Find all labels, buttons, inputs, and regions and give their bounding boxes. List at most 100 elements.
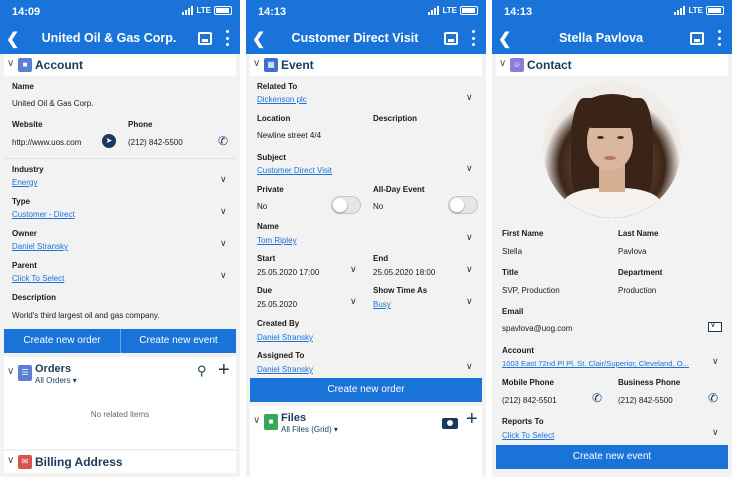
title-label: Title <box>502 268 519 277</box>
back-chevron-icon[interactable]: ❮ <box>6 29 19 49</box>
back-chevron-icon[interactable]: ❮ <box>252 29 265 49</box>
contact-card-icon: ☺ <box>510 58 524 72</box>
parent-label: Parent <box>12 261 37 270</box>
create-order-button[interactable]: Create new order <box>250 378 482 402</box>
firstname-label: First Name <box>502 229 544 238</box>
chevron-down-icon[interactable]: ∨ <box>466 92 473 103</box>
plus-icon[interactable]: + <box>218 359 230 382</box>
orders-icon: ☰ <box>18 365 32 381</box>
chevron-down-icon[interactable]: ∨ <box>7 366 14 377</box>
chevron-down-icon[interactable]: ∨ <box>220 238 227 249</box>
contact-section-header[interactable]: ∨ ☺ Contact <box>496 54 728 76</box>
name-value[interactable]: Tom Ripley <box>257 236 297 245</box>
more-vertical-icon[interactable] <box>472 30 476 46</box>
save-icon[interactable] <box>198 32 212 45</box>
chevron-down-icon[interactable]: ∨ <box>466 361 473 372</box>
camera-icon[interactable] <box>442 418 458 429</box>
related-value[interactable]: Dickenson plc <box>257 95 307 104</box>
industry-label: Industry <box>12 165 44 174</box>
start-value[interactable]: 25.05.2020 17:00 <box>257 268 319 277</box>
contact-details: First Name Stella Last Name Pavlova Titl… <box>496 76 728 445</box>
chevron-down-icon[interactable]: ∨ <box>220 206 227 217</box>
business-value[interactable]: (212) 842-5500 <box>618 396 673 405</box>
website-value[interactable]: http://www.uos.com <box>12 138 81 147</box>
save-icon[interactable] <box>444 32 458 45</box>
description-label: Description <box>12 293 57 302</box>
createdby-value[interactable]: Daniel Stransky <box>257 333 313 342</box>
chevron-down-icon[interactable]: ∨ <box>466 296 473 307</box>
lastname-label: Last Name <box>618 229 659 238</box>
subject-label: Subject <box>257 153 286 162</box>
location-pin-icon[interactable]: ⚲ <box>197 363 207 379</box>
private-label: Private <box>257 185 284 194</box>
billing-section-header[interactable]: ∨ ✉ Billing Address <box>4 451 236 473</box>
showtime-value[interactable]: Busy <box>373 300 391 309</box>
network-type: LTE <box>196 6 211 15</box>
chevron-down-icon[interactable]: ∨ <box>712 427 719 438</box>
orders-title: Orders <box>35 363 72 375</box>
contact-photo <box>543 80 681 218</box>
allday-value: No <box>373 202 384 211</box>
billing-icon: ✉ <box>18 455 32 469</box>
type-value[interactable]: Customer - Direct <box>12 210 75 219</box>
files-filter[interactable]: All Files (Grid) ▾ <box>281 425 338 434</box>
chevron-down-icon: ∨ <box>7 455 15 466</box>
account-value[interactable]: 1003 East 72nd Pl Pl. St. Clair/Superior… <box>502 359 689 368</box>
event-section-header[interactable]: ∨ ▦ Event <box>250 54 482 76</box>
orders-filter[interactable]: All Orders ▾ <box>35 376 77 385</box>
more-vertical-icon[interactable] <box>718 30 722 46</box>
more-vertical-icon[interactable] <box>226 30 230 46</box>
chevron-down-icon[interactable]: ∨ <box>220 174 227 185</box>
compass-icon[interactable]: ➤ <box>102 134 116 148</box>
create-order-button[interactable]: Create new order <box>4 329 120 353</box>
mobile-value[interactable]: (212) 842-5501 <box>502 396 557 405</box>
name-label: Name <box>257 222 279 231</box>
reports-value[interactable]: Click To Select <box>502 431 554 440</box>
chevron-down-icon[interactable]: ∨ <box>350 296 357 307</box>
orders-section: ∨ ☰ Orders All Orders ▾ ⚲ + No related i… <box>4 357 236 449</box>
create-event-button[interactable]: Create new event <box>496 445 728 469</box>
chevron-down-icon[interactable]: ∨ <box>220 270 227 281</box>
private-toggle[interactable] <box>331 196 361 214</box>
start-label: Start <box>257 254 276 263</box>
chevron-down-icon[interactable]: ∨ <box>466 163 473 174</box>
end-value[interactable]: 25.05.2020 18:00 <box>373 268 435 277</box>
location-label: Location <box>257 114 291 123</box>
email-label: Email <box>502 307 524 316</box>
network-type: LTE <box>688 6 703 15</box>
empty-state-text: No related items <box>90 410 150 419</box>
phone-icon[interactable]: ✆ <box>218 134 228 148</box>
allday-toggle[interactable] <box>448 196 478 214</box>
description-value: World's third largest oil and gas compan… <box>12 311 160 320</box>
status-bar: 14:09 LTE <box>0 0 240 24</box>
lastname-value: Pavlova <box>618 247 647 256</box>
owner-value[interactable]: Daniel Stransky <box>12 242 68 251</box>
mail-icon[interactable]: ∨ <box>708 320 722 332</box>
plus-icon[interactable]: + <box>466 408 478 431</box>
create-event-button[interactable]: Create new event <box>121 329 236 353</box>
chevron-down-icon[interactable]: ∨ <box>712 356 719 367</box>
chevron-down-icon[interactable]: ∨ <box>350 264 357 275</box>
phone-icon[interactable]: ✆ <box>592 391 602 405</box>
back-chevron-icon[interactable]: ❮ <box>498 29 511 49</box>
industry-value[interactable]: Energy <box>12 178 37 187</box>
files-title: Files <box>281 412 307 424</box>
chevron-down-icon[interactable]: ∨ <box>466 264 473 275</box>
event-details: Related To Dickenson plc ∨ Location Newl… <box>250 76 482 378</box>
chevron-down-icon[interactable]: ∨ <box>466 232 473 243</box>
chevron-down-icon[interactable]: ∨ <box>253 415 260 426</box>
nav-bar: ❮ Stella Pavlova <box>492 24 732 54</box>
phone-value[interactable]: (212) 842-5500 <box>128 138 183 147</box>
type-label: Type <box>12 197 31 206</box>
phone-icon[interactable]: ✆ <box>708 391 718 405</box>
due-value[interactable]: 25.05.2020 <box>257 300 297 309</box>
parent-value[interactable]: Click To Select <box>12 274 64 283</box>
account-section-header[interactable]: ∨ ■ Account <box>4 54 236 76</box>
subject-value[interactable]: Customer Direct Visit <box>257 166 332 175</box>
save-icon[interactable] <box>690 32 704 45</box>
assigned-value[interactable]: Daniel Stransky <box>257 365 313 374</box>
email-value[interactable]: spavlova@uog.com <box>502 324 572 333</box>
status-indicators: LTE <box>428 6 478 15</box>
page-title: Customer Direct Visit <box>291 31 419 45</box>
assigned-label: Assigned To <box>257 351 305 360</box>
